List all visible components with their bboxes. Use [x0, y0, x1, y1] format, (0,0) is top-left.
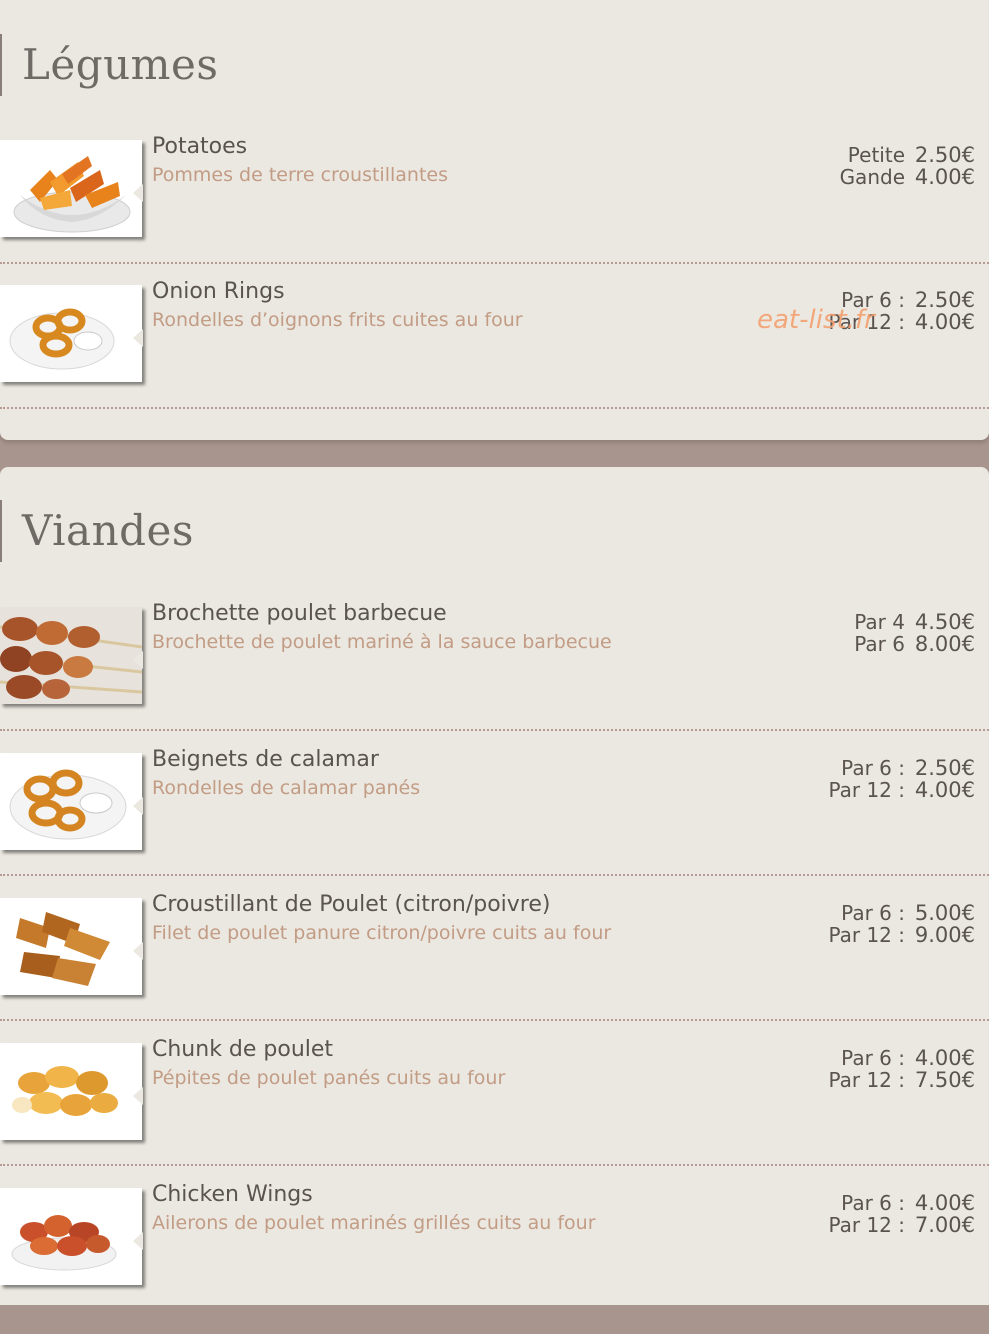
menu-item-potatoes[interactable]: Potatoes Pommes de terre croustillantes …: [0, 134, 989, 286]
price-label: Par 6 :: [841, 756, 905, 780]
price-label: Gande: [839, 165, 905, 189]
price-value: 2.50€: [914, 288, 975, 312]
price-label: Par 12 :: [828, 1068, 905, 1092]
calamar-photo: [0, 753, 142, 850]
divider: [0, 262, 989, 264]
menu-item-beignets-calamar[interactable]: Beignets de calamar Rondelles de calamar…: [0, 747, 989, 899]
price-value: 2.50€: [914, 143, 975, 167]
price-label: Petite: [847, 143, 905, 167]
price-row: Par 6 : 5.00€: [828, 902, 975, 924]
price-label: Par 6 :: [841, 1191, 905, 1215]
divider: [0, 729, 989, 731]
price-value: 4.00€: [914, 778, 975, 802]
item-description: Pépites de poulet panés cuits au four: [152, 1067, 506, 1089]
price-row: Par 12 : 4.00€: [828, 779, 975, 801]
price-row: Par 6 : 4.00€: [828, 1047, 975, 1069]
price-row: Gande 4.00€: [840, 166, 975, 188]
item-description: Pommes de terre croustillantes: [152, 164, 448, 186]
price-value: 4.00€: [914, 1191, 975, 1215]
price-value: 5.00€: [914, 901, 975, 925]
price-value: 4.50€: [914, 610, 975, 634]
price-list: Par 6 : 2.50€ Par 12 : 4.00€: [828, 757, 975, 801]
item-name: Croustillant de Poulet (citron/poivre): [152, 892, 551, 917]
divider: [0, 1164, 989, 1166]
watermark: eat-list.fr: [757, 305, 875, 335]
price-list: Par 6 : 4.00€ Par 12 : 7.50€: [828, 1047, 975, 1091]
item-name: Onion Rings: [152, 279, 285, 304]
price-value: 8.00€: [914, 632, 975, 656]
price-row: Petite 2.50€: [840, 144, 975, 166]
price-row: Par 12 : 7.00€: [828, 1214, 975, 1236]
item-description: Filet de poulet panure citron/poivre cui…: [152, 922, 612, 944]
price-list: Par 4 4.50€ Par 6 8.00€: [854, 611, 975, 655]
item-description: Rondelles d’oignons frits cuites au four: [152, 309, 523, 331]
item-name: Beignets de calamar: [152, 747, 379, 772]
price-label: Par 12 :: [828, 778, 905, 802]
item-name: Chicken Wings: [152, 1182, 313, 1207]
section-title: Légumes: [0, 34, 218, 96]
price-label: Par 6: [854, 632, 905, 656]
divider: [0, 1019, 989, 1021]
item-description: Rondelles de calamar panés: [152, 777, 421, 799]
item-name: Brochette poulet barbecue: [152, 601, 447, 626]
price-row: Par 12 : 9.00€: [828, 924, 975, 946]
price-value: 4.00€: [914, 165, 975, 189]
price-label: Par 6 :: [841, 1046, 905, 1070]
onion-rings-photo: [0, 285, 142, 382]
divider: [0, 874, 989, 876]
menu-item-croustillant-poulet[interactable]: Croustillant de Poulet (citron/poivre) F…: [0, 892, 989, 1044]
item-name: Chunk de poulet: [152, 1037, 334, 1062]
brochette-photo: [0, 607, 142, 704]
chicken-wings-photo: [0, 1188, 142, 1285]
price-row: Par 6 : 2.50€: [828, 757, 975, 779]
chunk-photo: [0, 1043, 142, 1140]
price-label: Par 4: [854, 610, 905, 634]
price-row: Par 4 4.50€: [854, 611, 975, 633]
price-value: 4.00€: [914, 310, 975, 334]
price-row: Par 12 : 7.50€: [828, 1069, 975, 1091]
potatoes-photo: [0, 140, 142, 237]
menu-item-brochette[interactable]: Brochette poulet barbecue Brochette de p…: [0, 601, 989, 753]
menu-item-chunk-poulet[interactable]: Chunk de poulet Pépites de poulet panés …: [0, 1037, 989, 1189]
divider: [0, 407, 989, 409]
item-description: Brochette de poulet mariné à la sauce ba…: [152, 631, 612, 653]
price-value: 7.00€: [914, 1213, 975, 1237]
price-value: 4.00€: [914, 1046, 975, 1070]
menu-item-chicken-wings[interactable]: Chicken Wings Ailerons de poulet marinés…: [0, 1182, 989, 1334]
section-viandes: Viandes Brochette poulet barbecue Broche…: [0, 467, 989, 1305]
price-list: Par 6 : 5.00€ Par 12 : 9.00€: [828, 902, 975, 946]
price-label: Par 12 :: [828, 923, 905, 947]
price-value: 2.50€: [914, 756, 975, 780]
section-legumes: Légumes Potatoes Pommes de terre crousti…: [0, 0, 989, 440]
item-description: Ailerons de poulet marinés grillés cuits…: [152, 1212, 596, 1234]
item-name: Potatoes: [152, 134, 248, 159]
price-value: 7.50€: [914, 1068, 975, 1092]
price-row: Par 6 8.00€: [854, 633, 975, 655]
price-list: Petite 2.50€ Gande 4.00€: [840, 144, 975, 188]
price-label: Par 6 :: [841, 901, 905, 925]
price-value: 9.00€: [914, 923, 975, 947]
price-label: Par 12 :: [828, 1213, 905, 1237]
section-title: Viandes: [0, 500, 194, 562]
price-row: Par 6 : 4.00€: [828, 1192, 975, 1214]
croustillant-photo: [0, 898, 142, 995]
price-list: Par 6 : 4.00€ Par 12 : 7.00€: [828, 1192, 975, 1236]
